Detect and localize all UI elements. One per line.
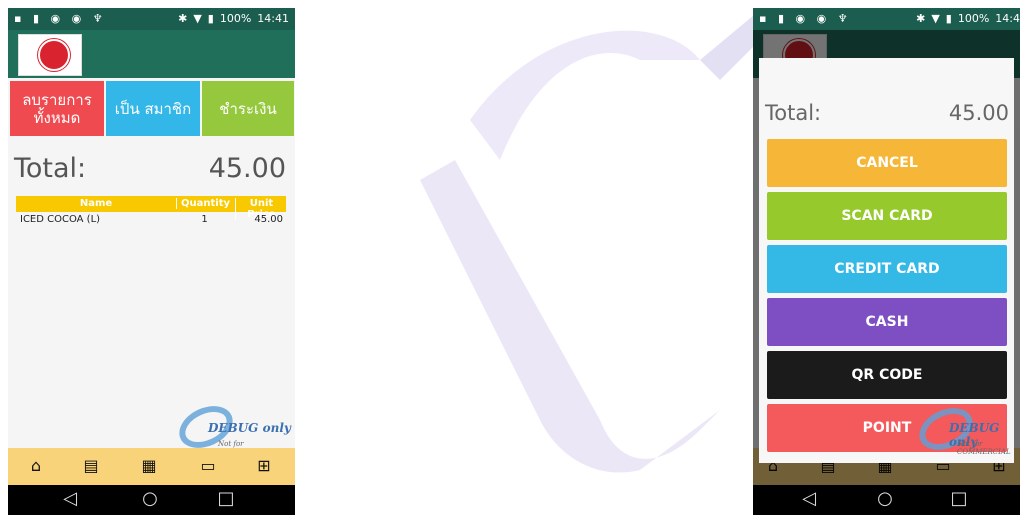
item-quantity: 1	[201, 214, 208, 225]
dialog-total-value: 45.00	[948, 101, 1009, 125]
bottom-nav: ⌂ ▤ ▦ ▭ ⊞	[8, 448, 295, 485]
status-bar: ▪ ▮ ◉ ◉ ♆ ✱ ▼ ▮ 100% 14:4	[753, 8, 1020, 30]
plus-icon[interactable]: ⊞	[254, 456, 274, 476]
dialog-total-label: Total:	[765, 101, 822, 125]
scan-card-button[interactable]: SCAN CARD	[767, 192, 1007, 240]
home-icon[interactable]: ⌂	[26, 456, 46, 476]
table-header: Name Quantity Unit Price	[16, 196, 286, 220]
battery-level: 100%	[219, 12, 252, 25]
notification-icons: ▪ ▮ ◉ ◉ ♆	[14, 12, 107, 25]
clock: 14:4	[995, 12, 1020, 25]
battery-level: 100%	[957, 12, 990, 25]
home-circle-icon[interactable]: ○	[138, 488, 162, 509]
system-nav-bar: ◁ ○ □	[753, 485, 1020, 515]
credit-card-button[interactable]: CREDIT CARD	[767, 245, 1007, 293]
order-table: Name Quantity Unit Price ICED COCOA (L) …	[16, 196, 286, 230]
payment-dialog: Total: 45.00 CANCEL SCAN CARD CREDIT CAR…	[759, 58, 1014, 463]
battery-icon: ▮	[945, 12, 952, 25]
item-unit-price: 45.00	[254, 214, 283, 225]
wifi-icon: ▼	[193, 12, 202, 25]
back-icon[interactable]: ◁	[58, 488, 82, 509]
back-icon[interactable]: ◁	[797, 488, 821, 509]
battery-icon: ▮	[207, 12, 214, 25]
header-quantity: Quantity	[176, 198, 234, 209]
logo-emblem	[38, 39, 70, 71]
notification-icons: ▪ ▮ ◉ ◉ ♆	[759, 12, 852, 25]
table-row[interactable]: ICED COCOA (L) 1 45.00	[16, 212, 286, 230]
watermark-main: DEBUG only	[208, 421, 291, 435]
brand-logo	[18, 34, 82, 76]
app-bar	[8, 30, 295, 78]
status-bar: ▪ ▮ ◉ ◉ ♆ ✱ ▼ ▮ 100% 14:41	[8, 8, 295, 30]
recents-icon[interactable]: □	[214, 488, 238, 509]
action-button-row: ลบรายการ ทั้งหมด เป็น สมาชิก ชำระเงิน	[8, 81, 295, 136]
clock: 14:41	[257, 12, 289, 25]
watermark-sub: Not for COMMERCIAL	[957, 440, 1011, 456]
recents-icon[interactable]: □	[947, 488, 971, 509]
status-right: ✱ ▼ ▮ 100% 14:4	[916, 12, 1020, 25]
cash-button[interactable]: CASH	[767, 298, 1007, 346]
phone-screen-payment: ▪ ▮ ◉ ◉ ♆ ✱ ▼ ▮ 100% 14:4 ⌂ ▤ ▦ ▭ ⊞ Tota…	[753, 8, 1020, 515]
phone-screen-main: ▪ ▮ ◉ ◉ ♆ ✱ ▼ ▮ 100% 14:41 ลบรายการ ทั้ง…	[8, 8, 295, 515]
header-name: Name	[79, 198, 113, 209]
chart-icon[interactable]: ▦	[139, 456, 159, 476]
display-icon[interactable]: ▭	[198, 456, 218, 476]
qr-code-button[interactable]: QR CODE	[767, 351, 1007, 399]
bluetooth-icon: ✱	[916, 12, 926, 25]
status-right: ✱ ▼ ▮ 100% 14:41	[178, 12, 289, 25]
member-button[interactable]: เป็น สมาชิก	[106, 81, 200, 136]
clear-all-button[interactable]: ลบรายการ ทั้งหมด	[10, 81, 104, 136]
pay-button[interactable]: ชำระเงิน	[202, 81, 294, 136]
item-name: ICED COCOA (L)	[20, 214, 101, 225]
total-label: Total:	[14, 153, 87, 184]
cancel-button[interactable]: CANCEL	[767, 139, 1007, 187]
home-circle-icon[interactable]: ○	[873, 488, 897, 509]
system-nav-bar: ◁ ○ □	[8, 485, 295, 515]
bluetooth-icon: ✱	[178, 12, 188, 25]
wifi-icon: ▼	[931, 12, 940, 25]
document-icon[interactable]: ▤	[81, 456, 101, 476]
total-value: 45.00	[208, 153, 286, 184]
